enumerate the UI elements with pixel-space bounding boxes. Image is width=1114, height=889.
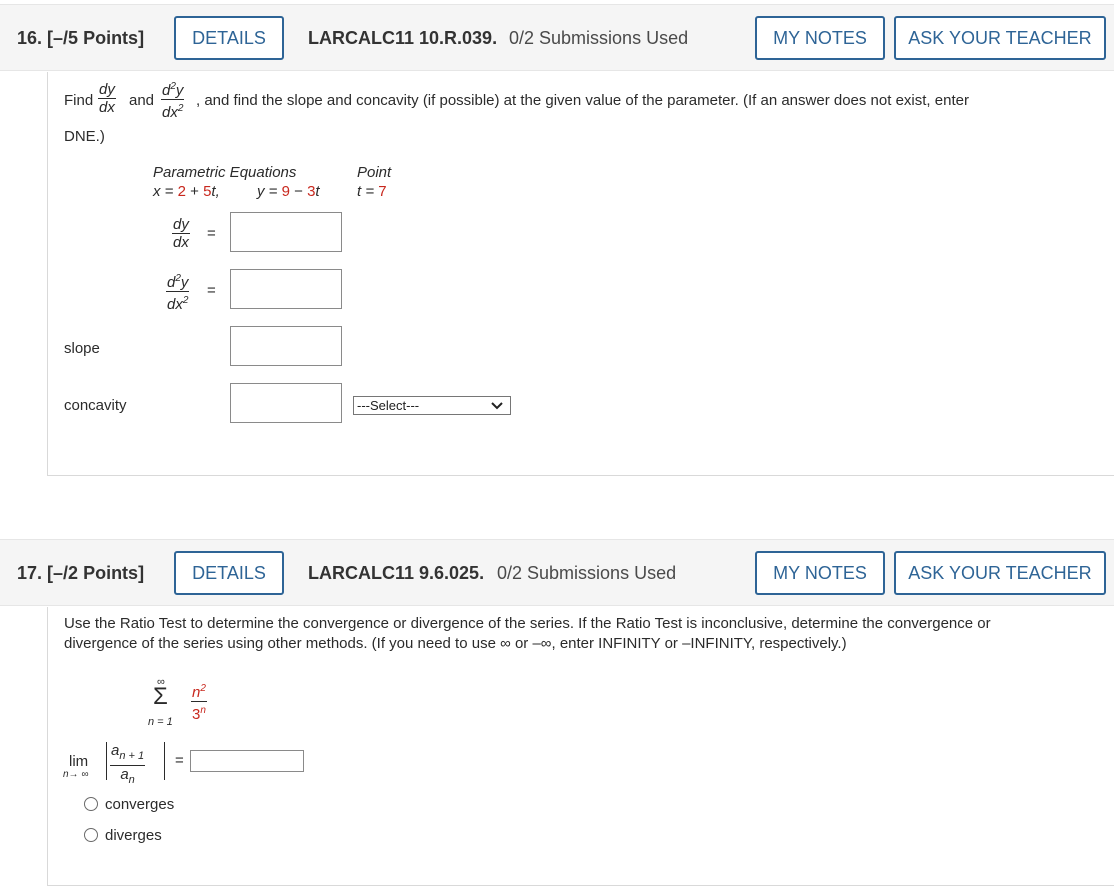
sigma-icon: Σ (153, 683, 168, 710)
q16-eq-y-const: 9 (281, 183, 290, 200)
q16-eq-y-t: t (315, 183, 320, 200)
q17-prompt-line1: Use the Ratio Test to determine the conv… (64, 615, 991, 632)
q17-abs-right-bar (164, 742, 165, 780)
q17-details-button[interactable]: DETAILS (174, 551, 284, 595)
q16-ask-teacher-button[interactable]: ASK YOUR TEACHER (894, 16, 1106, 60)
q17-submissions: 0/2 Submissions Used (497, 563, 677, 583)
q16-concavity-select-value: ---Select--- (357, 398, 420, 413)
q17-converges-label[interactable]: converges (105, 796, 174, 813)
q16-eq-x-const: 2 (177, 183, 186, 200)
q16-header: 16. [–/5 Points] DETAILS LARCALC11 10.R.… (0, 4, 1114, 71)
q16-prompt-d2ydx2: d2y dx2 (161, 78, 185, 121)
q16-eq-x-t: t, (211, 183, 220, 200)
q16-dydx-den: dx (172, 233, 190, 251)
q17-limit-equals: = (175, 752, 184, 769)
q16-my-notes-button[interactable]: MY NOTES (755, 16, 885, 60)
q17-converges-radio[interactable] (84, 797, 98, 811)
q17-prompt-line2: divergence of the series using other met… (64, 635, 847, 652)
q16-header-equations: Parametric Equations (153, 164, 297, 181)
q17-code: LARCALC11 9.6.025. (308, 563, 485, 583)
chevron-down-icon (491, 402, 503, 410)
q16-prompt-rest: , and find the slope and concavity (if p… (196, 92, 969, 109)
q16-concavity-select[interactable]: ---Select--- (353, 396, 511, 415)
q16-prompt-line2: DNE.) (64, 128, 105, 145)
q17-header: 17. [–/2 Points] DETAILS LARCALC11 9.6.0… (0, 539, 1114, 606)
q17-series-term: n2 3n (191, 680, 207, 723)
q16-details-button[interactable]: DETAILS (174, 16, 284, 60)
q17-ratio-den-sub: n (128, 774, 135, 786)
q16-dydx-label: dy dx (172, 216, 190, 251)
q16-number-text: 16. (17, 28, 43, 48)
q16-concavity-input[interactable] (230, 383, 342, 423)
q16-d2ydx2-label: d2y dx2 (166, 270, 190, 313)
q16-prompt-dx: dx (98, 98, 116, 116)
q17-lim: lim (69, 753, 89, 770)
q17-abs-left-bar (106, 742, 107, 780)
q17-ratio-den: a (120, 766, 129, 783)
q16-prompt-dydx: dy dx (98, 81, 116, 116)
q16-concavity-label: concavity (64, 397, 127, 414)
q16-eq-x-plus: + (185, 183, 204, 200)
q16-body (47, 72, 1114, 476)
q16-d2ydx2-dx: dx (167, 296, 183, 313)
q17-term-num-sup: 2 (200, 683, 206, 694)
q16-points: [–/5 Points] (47, 28, 145, 48)
q17-term-den-sup: n (200, 705, 206, 716)
q17-number: 17. [–/2 Points] (17, 563, 144, 584)
q16-prompt-d2y-y: y (175, 82, 184, 99)
q17-ask-teacher-button[interactable]: ASK YOUR TEACHER (894, 551, 1106, 595)
q16-d2ydx2-input[interactable] (230, 269, 342, 309)
q16-number: 16. [–/5 Points] (17, 28, 144, 49)
q16-point-var: t = (357, 183, 379, 200)
q16-d2ydx2-equals: = (207, 282, 216, 299)
q16-prompt-and: and (129, 92, 155, 109)
q16-equation-y: y = 9 − 3t (257, 183, 320, 200)
q16-prompt-d2y-dx-sup: 2 (177, 103, 184, 114)
q16-point-value: 7 (378, 183, 387, 200)
q17-sum-lower: n = 1 (148, 716, 173, 728)
q16-eq-y-minus: − (289, 183, 308, 200)
q17-lim-sub: n→ ∞ (63, 769, 89, 780)
q16-prompt-d2y-dx: dx (162, 104, 178, 121)
q17-points: [–/2 Points] (47, 563, 145, 583)
q17-my-notes-button[interactable]: MY NOTES (755, 551, 885, 595)
q16-slope-label: slope (64, 340, 100, 357)
q16-d2ydx2-den-sup: 2 (182, 295, 189, 306)
q16-code: LARCALC11 10.R.039. (308, 28, 498, 48)
q16-dydx-num: dy (173, 216, 189, 233)
q16-eq-y-var: y = (257, 183, 282, 200)
q17-limit-input[interactable] (190, 750, 304, 772)
q16-equation-x: x = 2 + 5t, (153, 183, 220, 200)
q16-header-point: Point (357, 164, 392, 181)
q16-prompt-dy: dy (99, 81, 115, 98)
q17-diverges-radio[interactable] (84, 828, 98, 842)
q16-dydx-equals: = (207, 225, 216, 242)
q16-prompt-find: Find (64, 92, 94, 109)
q16-eq-x-var: x = (153, 183, 178, 200)
q17-number-text: 17. (17, 563, 43, 583)
q16-point: t = 7 (357, 183, 387, 200)
q16-dydx-input[interactable] (230, 212, 342, 252)
q16-slope-input[interactable] (230, 326, 342, 366)
q17-diverges-label[interactable]: diverges (105, 827, 162, 844)
q16-d2ydx2-y: y (180, 274, 189, 291)
q17-ratio-num-sub: n + 1 (119, 750, 145, 762)
q17-ratio: an + 1 an (110, 742, 146, 789)
q16-submissions: 0/2 Submissions Used (509, 28, 689, 48)
